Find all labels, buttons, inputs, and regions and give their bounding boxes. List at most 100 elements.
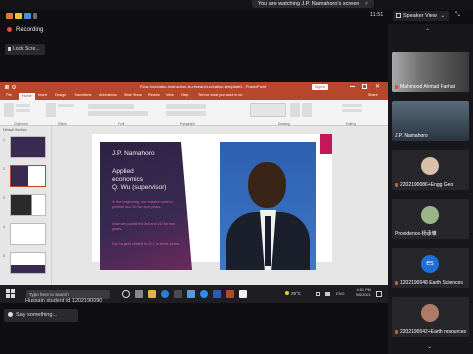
notifications-icon[interactable] — [376, 291, 382, 297]
app-icon — [6, 13, 13, 19]
mail-icon[interactable] — [187, 290, 195, 298]
clock: 11:51 — [370, 12, 384, 18]
tab-view[interactable]: View — [166, 93, 174, 97]
slide-thumbnail-1[interactable] — [10, 136, 46, 158]
powerpoint-icon[interactable] — [226, 290, 234, 298]
mic-muted-icon — [395, 182, 398, 187]
slide-thumbnail-pane: Default Section 1 2 3 4 5 — [0, 126, 52, 294]
find-icon[interactable] — [342, 104, 362, 107]
font-format-icons[interactable] — [88, 111, 148, 116]
paragraph-list-icons[interactable] — [166, 104, 206, 109]
quick-styles-icon[interactable] — [302, 103, 312, 117]
tell-me-search[interactable]: Tell me what you want to do — [198, 93, 242, 97]
section-label: Default Section — [3, 128, 27, 132]
slide-thumbnail-2[interactable] — [10, 165, 46, 187]
participant-name: 2202190042+Earth resources — [395, 329, 466, 335]
slide-thumbnail-5[interactable] — [10, 252, 46, 274]
undo-icon[interactable] — [12, 85, 16, 89]
participant-name: Providence-杨承雏 — [395, 231, 437, 237]
paste-icon[interactable] — [4, 103, 14, 117]
thumb-number: 5 — [3, 254, 5, 258]
word-icon[interactable] — [213, 290, 221, 298]
slide-presenter-name: J.P. Namahoro — [112, 150, 155, 157]
chevron-down-icon[interactable]: ⌄ — [427, 343, 432, 350]
maximize-icon[interactable] — [362, 84, 367, 89]
shared-screen: Flow-Incubator-Instruction-to-research-c… — [0, 82, 388, 303]
taskbar-clock[interactable]: 4:51 PM 5/6/2021 — [356, 288, 371, 298]
language-indicator[interactable]: ENG — [336, 291, 345, 296]
photo-face — [248, 162, 286, 208]
participant-name: 2202190086+Engg Geo — [395, 182, 453, 188]
tab-slide-show[interactable]: Slide Show — [124, 93, 142, 97]
avatar — [421, 206, 439, 224]
watching-banner-text: You are watching J.P. Namahoro’s screen — [257, 1, 360, 7]
speaker-view-dropdown[interactable]: Speaker View ⌄ — [393, 11, 449, 21]
app-icon-white[interactable] — [239, 290, 247, 298]
avatar — [421, 304, 439, 322]
tab-insert[interactable]: Insert — [38, 93, 47, 97]
tab-animations[interactable]: Animations — [99, 93, 117, 97]
participant-tile[interactable]: Mahmood Ahmad Farhat — [392, 52, 469, 92]
grid-icon — [396, 13, 401, 19]
tab-file[interactable]: File — [6, 93, 12, 97]
replace-icon[interactable] — [342, 109, 362, 112]
sign-in-button[interactable]: Sign in — [312, 84, 328, 90]
chat-input[interactable]: Say something... — [4, 309, 78, 322]
participant-tile[interactable]: Providence-杨承雏 — [392, 199, 469, 239]
arrange-icon[interactable] — [290, 103, 300, 117]
cut-icon[interactable] — [16, 104, 30, 107]
new-slide-icon[interactable] — [46, 103, 56, 117]
close-banner-icon[interactable]: × — [365, 1, 368, 7]
participant-tile[interactable]: 2202190086+Engg Geo — [392, 150, 469, 190]
volume-icon[interactable] — [325, 292, 330, 296]
cortana-icon[interactable] — [122, 290, 130, 298]
layout-icon[interactable] — [58, 104, 74, 107]
app-icon-blue[interactable] — [200, 290, 208, 298]
file-explorer-icon[interactable] — [148, 290, 156, 298]
minimize-icon[interactable] — [350, 86, 355, 87]
slide-thumbnail-3[interactable] — [10, 194, 46, 216]
current-slide[interactable]: J.P. Namahoro Applied economics Q. Wu (s… — [92, 134, 332, 270]
photo-tie — [265, 216, 271, 266]
chevron-down-icon: ⌄ — [440, 13, 445, 19]
tab-design[interactable]: Design — [55, 93, 66, 97]
lock-icon — [8, 46, 11, 51]
avatar — [421, 157, 439, 175]
notification-icon — [15, 13, 22, 19]
slide-text-panel: J.P. Namahoro Applied economics Q. Wu (s… — [100, 142, 192, 270]
shapes-gallery[interactable] — [250, 103, 286, 117]
slide-paragraph-2: Now we published 3rd and 2D for two year… — [112, 222, 176, 231]
close-window-icon[interactable]: ✕ — [375, 82, 380, 92]
alignment-icons[interactable] — [166, 111, 206, 116]
tab-help[interactable]: Help — [181, 93, 188, 97]
font-selector[interactable] — [88, 104, 134, 109]
store-icon[interactable] — [174, 290, 182, 298]
participant-tile[interactable]: J.P. Namahoro — [392, 101, 469, 141]
recording-label: Recording — [16, 27, 44, 34]
copy-icon[interactable] — [16, 109, 30, 112]
slide-field-line1: Applied — [112, 168, 134, 175]
tab-transitions[interactable]: Transitions — [74, 93, 91, 97]
recording-dot-icon — [7, 27, 12, 32]
windows-start-icon[interactable] — [6, 289, 16, 299]
tab-review[interactable]: Review — [148, 93, 160, 97]
slide-thumbnail-4[interactable] — [10, 223, 46, 245]
slide-field-line2: economics — [112, 176, 144, 183]
share-button[interactable]: Share — [368, 93, 378, 97]
participant-tile[interactable]: 2202190042+Earth resources — [392, 297, 469, 337]
lock-screen-label: Lock Scre... — [13, 46, 40, 52]
thumb-number: 1 — [3, 138, 5, 142]
save-icon[interactable] — [5, 85, 9, 89]
thumb-number: 3 — [3, 196, 5, 200]
network-tray-icon[interactable] — [316, 292, 320, 296]
participant-tile[interactable]: es 1202190048 Earth Sciences — [392, 248, 469, 288]
ppt-ribbon: Clipboard Slides Font Paragraph Drawing … — [0, 100, 388, 126]
chevron-up-icon[interactable]: ⌃ — [425, 28, 430, 35]
lock-screen-button[interactable]: Lock Scre... — [5, 44, 45, 55]
weather-widget[interactable]: 29°C — [285, 291, 301, 296]
sun-icon — [285, 291, 289, 295]
task-view-icon[interactable] — [135, 290, 143, 298]
edge-icon[interactable] — [161, 290, 169, 298]
fullscreen-icon[interactable]: ⤡ — [455, 12, 465, 20]
tab-home[interactable]: Home — [19, 93, 35, 100]
